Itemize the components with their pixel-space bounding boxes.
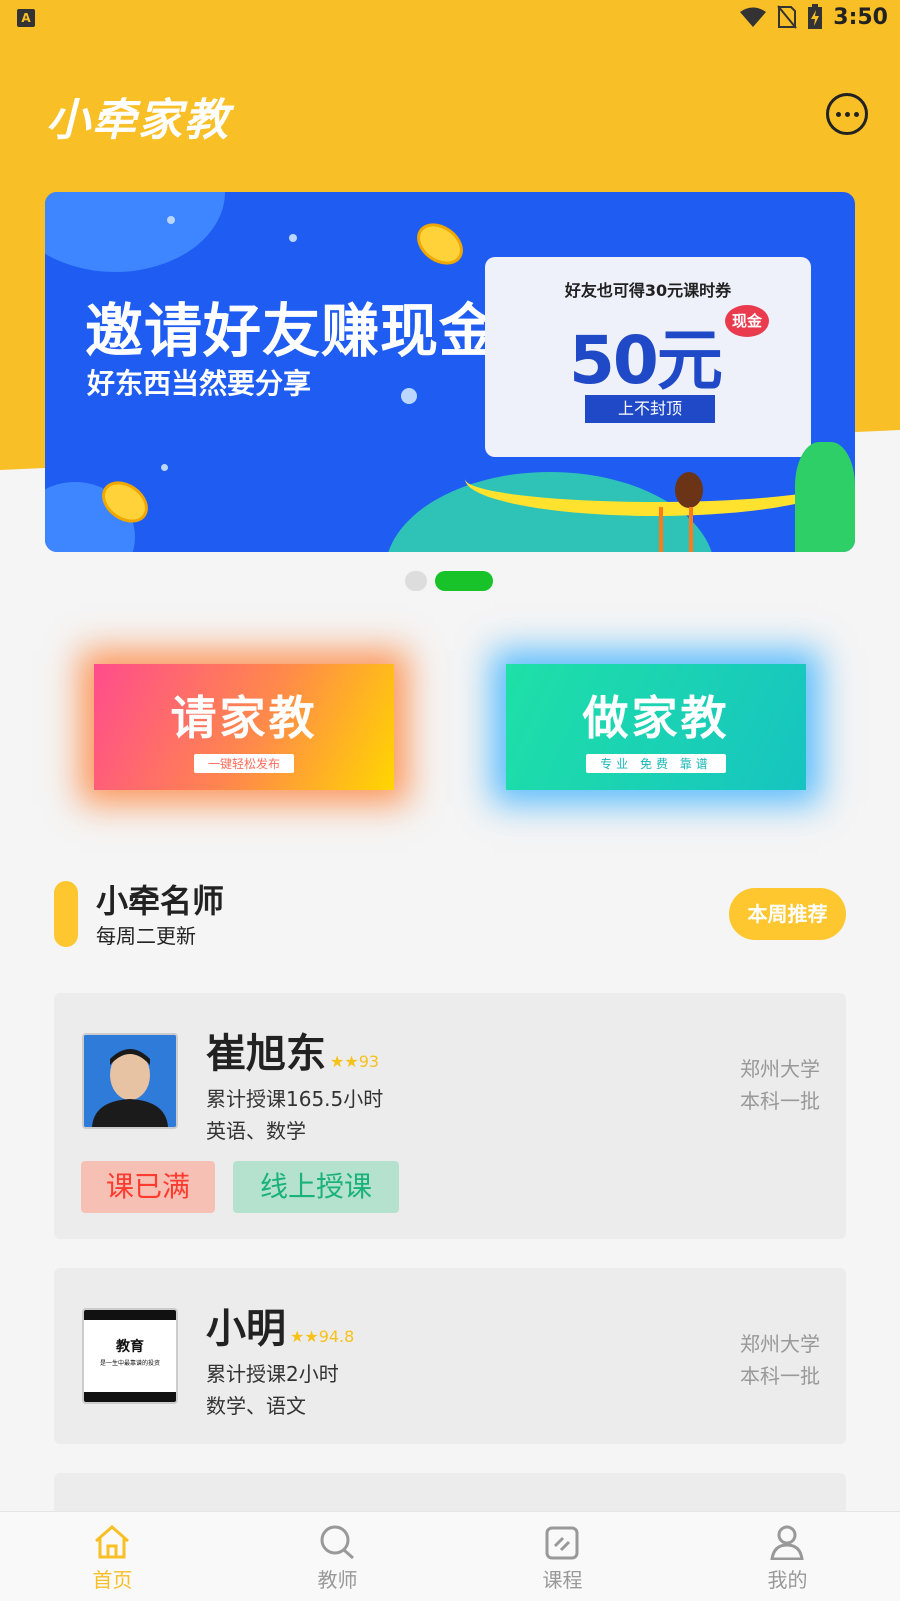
search-icon bbox=[320, 1525, 354, 1560]
request-tutor-title: 请家教 bbox=[170, 690, 318, 745]
be-tutor-subtitle: 专业 免费 靠谱 bbox=[586, 753, 726, 773]
teacher-school: 郑州大学 bbox=[740, 1057, 820, 1081]
teacher-school: 郑州大学 bbox=[740, 1332, 820, 1356]
banner-headline: 邀请好友赚现金 bbox=[85, 297, 499, 365]
be-tutor-title: 做家教 bbox=[582, 690, 730, 745]
section-subtitle: 每周二更新 bbox=[96, 924, 196, 948]
pager-dot-active[interactable] bbox=[435, 571, 493, 591]
wifi-icon bbox=[740, 7, 767, 27]
teacher-name: 崔旭东 ★★93 bbox=[206, 1021, 379, 1079]
profile-icon bbox=[770, 1525, 804, 1560]
teacher-level: 本科一批 bbox=[740, 1089, 820, 1113]
avatar-frame bbox=[84, 1310, 176, 1320]
status-badge-online: 线上授课 bbox=[233, 1161, 399, 1213]
request-tutor-subtitle: 一键轻松发布 bbox=[193, 753, 294, 773]
coin-icon bbox=[409, 214, 471, 274]
teacher-card[interactable]: 教育 是一生中最靠谱的投资 小明 ★★94.8 累计授课2小时 数学、语文 郑州大… bbox=[54, 1268, 846, 1444]
avatar-frame bbox=[84, 1392, 176, 1402]
bottom-nav: 首页 教师 课程 我的 bbox=[0, 1511, 900, 1601]
app-title: 小牵家教 bbox=[46, 95, 230, 146]
teacher-subjects: 数学、语文 bbox=[206, 1394, 306, 1418]
section-title: 小牵名师 bbox=[96, 882, 225, 920]
no-cap-label: 上不封顶 bbox=[585, 395, 715, 423]
banner-subline: 好东西当然要分享 bbox=[87, 367, 312, 400]
reward-card-title: 好友也可得30元课时券 bbox=[564, 281, 732, 300]
banner-decoration bbox=[401, 388, 417, 404]
course-icon bbox=[545, 1526, 579, 1560]
ladder-illustration bbox=[659, 507, 693, 552]
be-tutor-button[interactable]: 做家教 专业 免费 靠谱 bbox=[506, 664, 806, 790]
weekly-recommend-button[interactable]: 本周推荐 bbox=[729, 888, 846, 940]
nav-label-courses: 课程 bbox=[542, 1568, 583, 1592]
teacher-hours: 累计授课165.5小时 bbox=[206, 1087, 384, 1111]
status-bar: A 3:50 bbox=[0, 0, 900, 36]
teacher-level: 本科一批 bbox=[740, 1364, 820, 1388]
reward-amount: 50元 bbox=[569, 322, 723, 399]
teacher-card[interactable]: 崔旭东 ★★93 累计授课165.5小时 英语、数学 郑州大学 本科一批 课已满 … bbox=[54, 993, 846, 1239]
no-sim-icon bbox=[777, 5, 798, 29]
pager-dot[interactable] bbox=[405, 571, 427, 591]
banner-decoration bbox=[45, 192, 225, 272]
teacher-rating: ★★93 bbox=[330, 1052, 380, 1071]
message-icon[interactable] bbox=[826, 93, 868, 135]
person-illustration bbox=[675, 472, 703, 508]
teacher-rating: ★★94.8 bbox=[290, 1327, 355, 1346]
status-badge-full: 课已满 bbox=[81, 1161, 215, 1213]
promo-banner[interactable]: 邀请好友赚现金 好东西当然要分享 好友也可得30元课时券 50元 现金 上不封顶 bbox=[45, 192, 855, 552]
teacher-subjects: 英语、数学 bbox=[206, 1119, 306, 1143]
teacher-name: 小明 ★★94.8 bbox=[206, 1296, 354, 1354]
banner-pager bbox=[405, 571, 493, 591]
teacher-photo bbox=[84, 1035, 176, 1127]
banner-decoration bbox=[167, 216, 175, 224]
clock: 3:50 bbox=[833, 4, 888, 30]
avatar bbox=[82, 1033, 178, 1129]
notification-app-icon: A bbox=[17, 9, 35, 27]
avatar: 教育 是一生中最靠谱的投资 bbox=[82, 1308, 178, 1404]
reward-card: 好友也可得30元课时券 50元 现金 上不封顶 bbox=[485, 257, 811, 457]
section-accent bbox=[54, 881, 78, 947]
avatar-caption: 是一生中最靠谱的投资 bbox=[99, 1360, 160, 1367]
nav-item-home[interactable]: 首页 bbox=[0, 1512, 225, 1601]
nav-item-courses[interactable]: 课程 bbox=[450, 1512, 675, 1601]
teacher-name-text: 崔旭东 bbox=[206, 1031, 326, 1077]
status-icons: 3:50 bbox=[739, 4, 888, 30]
teacher-name-text: 小明 bbox=[206, 1306, 286, 1352]
banner-decoration bbox=[161, 464, 168, 471]
banner-decoration bbox=[465, 442, 845, 516]
plant-illustration bbox=[795, 442, 855, 552]
request-tutor-button[interactable]: 请家教 一键轻松发布 bbox=[94, 664, 394, 790]
nav-label-teachers: 教师 bbox=[317, 1568, 358, 1592]
teacher-hours: 累计授课2小时 bbox=[206, 1362, 339, 1386]
banner-decoration bbox=[289, 234, 297, 242]
nav-label-profile: 我的 bbox=[767, 1568, 808, 1592]
home-icon bbox=[95, 1525, 129, 1559]
battery-charging-icon bbox=[808, 4, 823, 29]
avatar-title: 教育 bbox=[116, 1339, 144, 1355]
nav-item-profile[interactable]: 我的 bbox=[675, 1512, 900, 1601]
cash-badge: 现金 bbox=[725, 305, 769, 337]
nav-item-teachers[interactable]: 教师 bbox=[225, 1512, 450, 1601]
nav-label-home: 首页 bbox=[92, 1568, 133, 1592]
